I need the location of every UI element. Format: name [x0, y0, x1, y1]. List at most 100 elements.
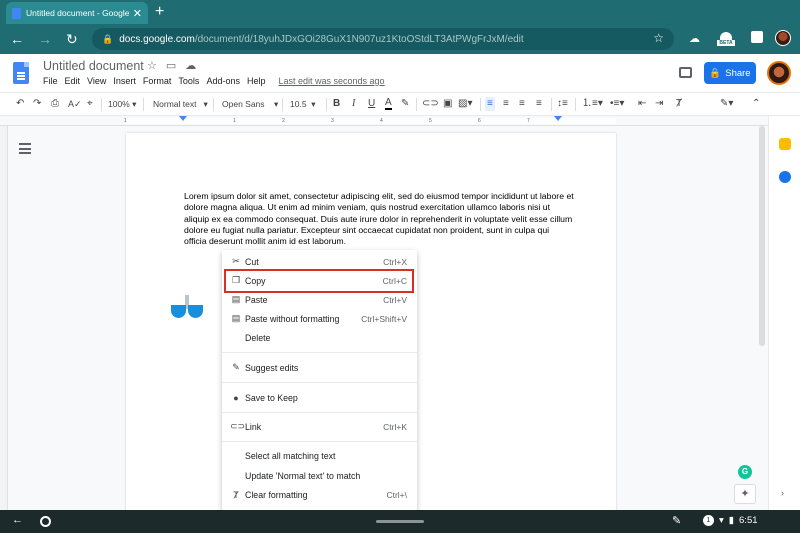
- beta-extension-icon[interactable]: BETA: [717, 32, 735, 48]
- reload-icon[interactable]: ↻: [66, 30, 78, 48]
- ruler-tick: 7: [527, 118, 530, 124]
- docs-logo-icon[interactable]: [13, 62, 29, 84]
- comments-icon[interactable]: [679, 67, 692, 78]
- menu-view[interactable]: View: [87, 76, 106, 86]
- tasks-icon[interactable]: [779, 171, 791, 183]
- expand-panel-icon[interactable]: ›: [781, 488, 784, 498]
- chrome-profile-avatar[interactable]: [775, 30, 791, 46]
- browser-tab[interactable]: Untitled document - Google Do ✕: [6, 2, 148, 24]
- last-edit-link[interactable]: Last edit was seconds ago: [278, 76, 384, 86]
- menu-item-save-to-keep[interactable]: ● Save to Keep: [222, 388, 417, 407]
- menu-item-clear-formatting[interactable]: Ⱦ Clear formatting Ctrl+\: [222, 485, 417, 504]
- numbered-list-icon[interactable]: ⒈≡▾: [582, 97, 603, 111]
- menu-format[interactable]: Format: [143, 76, 172, 86]
- bold-button[interactable]: B: [333, 97, 340, 111]
- forward-icon[interactable]: →: [38, 30, 52, 48]
- star-icon[interactable]: ☆: [147, 59, 157, 72]
- zoom-select[interactable]: 100% ▾: [108, 97, 136, 111]
- tab-title: Untitled document - Google Do: [26, 8, 129, 18]
- insert-image-icon[interactable]: ▨▾: [458, 97, 472, 111]
- font-size-select[interactable]: 10.5 ▾: [290, 97, 316, 111]
- battery-icon: ▮: [728, 515, 735, 526]
- menu-insert[interactable]: Insert: [113, 76, 136, 86]
- vertical-scrollbar[interactable]: [759, 126, 765, 346]
- redo-icon[interactable]: ↷: [33, 97, 41, 111]
- right-indent-marker[interactable]: [554, 116, 562, 121]
- chromeos-shelf: ← ✎ 1 ▾ ▮ 6:51: [0, 510, 800, 533]
- close-tab-icon[interactable]: ✕: [133, 7, 142, 20]
- editing-mode-icon[interactable]: ✎▾: [720, 97, 733, 111]
- menu-item-update-style[interactable]: Update 'Normal text' to match: [222, 466, 417, 485]
- add-comment-icon[interactable]: ▣: [443, 97, 452, 111]
- extensions-puzzle-icon[interactable]: [751, 31, 763, 43]
- menu-tools[interactable]: Tools: [178, 76, 199, 86]
- align-justify-icon[interactable]: ≡: [536, 97, 542, 111]
- undo-icon[interactable]: ↶: [16, 97, 24, 111]
- clock-time: 6:51: [739, 515, 758, 526]
- stylus-icon[interactable]: ✎: [672, 514, 681, 527]
- font-value: Open Sans: [222, 99, 265, 109]
- bookmark-star-icon[interactable]: ☆: [653, 31, 664, 45]
- side-panel: ›: [768, 116, 800, 510]
- menu-item-shortcut: Ctrl+X: [383, 256, 407, 267]
- menu-item-label: Cut: [245, 256, 259, 267]
- spellcheck-icon[interactable]: A✓: [68, 97, 82, 111]
- line-spacing-icon[interactable]: ↕≡: [557, 97, 568, 111]
- menu-file[interactable]: File: [43, 76, 58, 86]
- back-icon[interactable]: ←: [12, 514, 23, 526]
- site-watermark-logo: [171, 295, 205, 319]
- account-avatar[interactable]: [767, 61, 791, 85]
- align-left-icon[interactable]: ≡: [485, 97, 495, 111]
- insert-link-icon[interactable]: ⊂⊃: [422, 97, 439, 111]
- left-indent-marker[interactable]: [179, 116, 187, 121]
- menu-edit[interactable]: Edit: [65, 76, 81, 86]
- back-icon[interactable]: ←: [10, 30, 24, 48]
- menu-item-paste-without-formatting[interactable]: ▤ Paste without formatting Ctrl+Shift+V: [222, 309, 417, 328]
- highlight-color-icon[interactable]: ✎: [401, 97, 409, 111]
- menu-item-suggest-edits[interactable]: ✎ Suggest edits: [222, 358, 417, 377]
- menu-item-shortcut: Ctrl+Shift+V: [361, 313, 407, 324]
- clear-formatting-icon[interactable]: Ⱦ: [676, 97, 682, 111]
- text-color-button[interactable]: A: [385, 97, 392, 110]
- cloud-saved-icon[interactable]: ☁: [185, 59, 196, 72]
- home-handle[interactable]: [376, 520, 424, 523]
- explore-icon[interactable]: ✦: [734, 484, 756, 504]
- menu-item-label: Select all matching text: [245, 450, 336, 461]
- decrease-indent-icon[interactable]: ⇤: [638, 97, 646, 111]
- keep-icon[interactable]: [779, 138, 791, 150]
- launcher-icon[interactable]: [40, 516, 51, 527]
- menu-item-label: Paste: [245, 294, 268, 305]
- align-center-icon[interactable]: ≡: [503, 97, 509, 111]
- print-icon[interactable]: ⎙: [51, 97, 59, 111]
- document-title[interactable]: Untitled document: [43, 59, 144, 73]
- increase-indent-icon[interactable]: ⇥: [655, 97, 663, 111]
- body-paragraph[interactable]: Lorem ipsum dolor sit amet, consectetur …: [184, 191, 574, 247]
- font-select[interactable]: Open Sans ▾: [222, 97, 278, 111]
- underline-button[interactable]: U: [368, 97, 375, 111]
- align-right-icon[interactable]: ≡: [519, 97, 525, 111]
- menu-item-delete[interactable]: Delete: [222, 328, 417, 347]
- style-select[interactable]: Normal text ▾: [153, 97, 208, 111]
- menu-help[interactable]: Help: [247, 76, 266, 86]
- menu-item-link[interactable]: ⊂⊃ Link Ctrl+K: [222, 417, 417, 436]
- document-outline-icon[interactable]: [19, 143, 31, 154]
- menu-item-label: Clear formatting: [245, 489, 308, 500]
- status-tray[interactable]: 1 ▾ ▮ 6:51: [703, 515, 758, 526]
- menu-addons[interactable]: Add-ons: [206, 76, 240, 86]
- italic-button[interactable]: I: [352, 97, 355, 111]
- share-button[interactable]: 🔒 Share: [704, 62, 756, 84]
- bulleted-list-icon[interactable]: •≡▾: [610, 97, 624, 111]
- scissors-icon: ✂: [232, 256, 240, 266]
- address-bar[interactable]: 🔒 docs.google.com/document/d/18yuhJDxGOi…: [92, 28, 674, 50]
- ruler-tick: 3: [331, 118, 334, 124]
- cloud-icon[interactable]: ☁: [689, 32, 700, 45]
- paint-format-icon[interactable]: ⌖: [87, 97, 93, 111]
- menu-item-select-all-matching[interactable]: Select all matching text: [222, 446, 417, 465]
- style-value: Normal text: [153, 99, 197, 109]
- new-tab-icon[interactable]: +: [155, 2, 164, 22]
- grammarly-icon[interactable]: G: [738, 465, 752, 479]
- menu-item-shortcut: Ctrl+K: [383, 421, 407, 432]
- move-folder-icon[interactable]: ▭: [166, 59, 176, 72]
- collapse-menus-icon[interactable]: ⌃: [752, 97, 760, 111]
- menu-item-label: Suggest edits: [245, 362, 299, 373]
